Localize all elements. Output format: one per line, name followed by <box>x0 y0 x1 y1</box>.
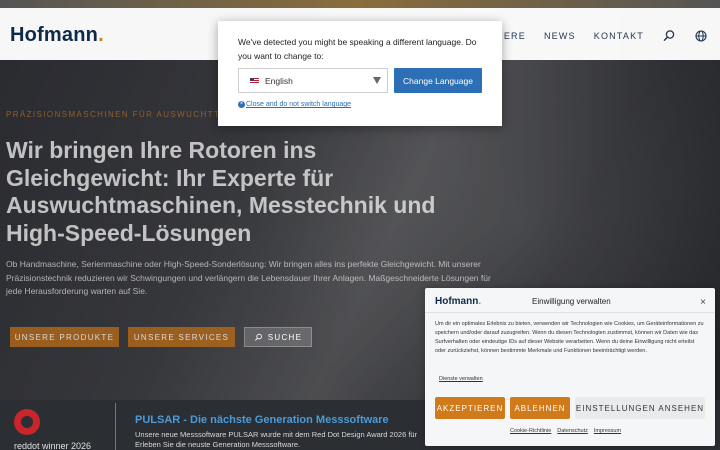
reject-cookies-button[interactable]: ABLEHNEN <box>510 397 570 419</box>
search-button[interactable]: SUCHE <box>244 327 312 347</box>
accept-cookies-button[interactable]: AKZEPTIEREN <box>435 397 505 419</box>
change-language-button[interactable]: Change Language <box>394 68 482 93</box>
close-language-link[interactable]: × Close and do not switch language <box>238 101 351 108</box>
imprint-link[interactable]: Impressum <box>594 428 621 434</box>
news-text: Unsere neue Messsoftware PULSAR wurde mi… <box>135 430 418 449</box>
caret-down-icon <box>373 77 381 84</box>
main-nav: KARRIERE NEWS KONTAKT <box>470 29 708 43</box>
search-icon <box>254 333 262 341</box>
news-title[interactable]: PULSAR - Die nächste Generation Messsoft… <box>135 414 389 426</box>
site-logo[interactable]: Hofmann. <box>10 24 104 47</box>
news-divider <box>115 403 116 450</box>
hero-headline: Wir bringen Ihre Rotoren ins Gleichgewic… <box>6 137 436 246</box>
search-icon[interactable] <box>662 29 676 43</box>
language-dialog-message: We've detected you might be speaking a d… <box>238 37 477 61</box>
language-select[interactable]: English <box>238 68 388 93</box>
cookie-settings-button[interactable]: EINSTELLUNGEN ANSEHEN <box>575 397 705 419</box>
cookie-text: Um dir ein optimales Erlebnis zu bieten,… <box>435 321 704 354</box>
cookie-close-icon[interactable]: × <box>700 297 706 308</box>
award-caption: reddot winner 2026 <box>14 441 92 450</box>
cookie-logo: Hofmann. <box>435 296 482 307</box>
cookie-footer: Cookie-Richtlinie Datenschutz Impressum <box>510 428 621 434</box>
nav-item-news[interactable]: NEWS <box>544 31 576 41</box>
globe-icon[interactable] <box>694 29 708 43</box>
nav-item-kontakt[interactable]: KONTAKT <box>594 31 644 41</box>
products-button[interactable]: UNSERE PRODUKTE <box>10 327 119 347</box>
close-language-label: Close and do not switch language <box>246 101 352 108</box>
cookie-title: Einwilligung verwalten <box>532 297 611 306</box>
close-icon: × <box>238 101 245 108</box>
cookie-consent-panel: Hofmann. Einwilligung verwalten × Um dir… <box>425 288 715 446</box>
services-button[interactable]: UNSERE SERVICES <box>128 327 235 347</box>
privacy-link[interactable]: Datenschutz <box>557 428 588 434</box>
top-strip <box>0 0 720 8</box>
cookie-policy-link[interactable]: Cookie-Richtlinie <box>510 428 551 434</box>
manage-services-link[interactable]: Dienste verwalten <box>439 376 483 382</box>
language-dialog: We've detected you might be speaking a d… <box>218 21 502 126</box>
search-button-label: SUCHE <box>267 332 303 342</box>
us-flag-icon <box>250 77 259 84</box>
reddot-award-icon <box>14 409 40 435</box>
cookie-divider <box>425 312 715 313</box>
language-select-value: English <box>265 75 293 86</box>
